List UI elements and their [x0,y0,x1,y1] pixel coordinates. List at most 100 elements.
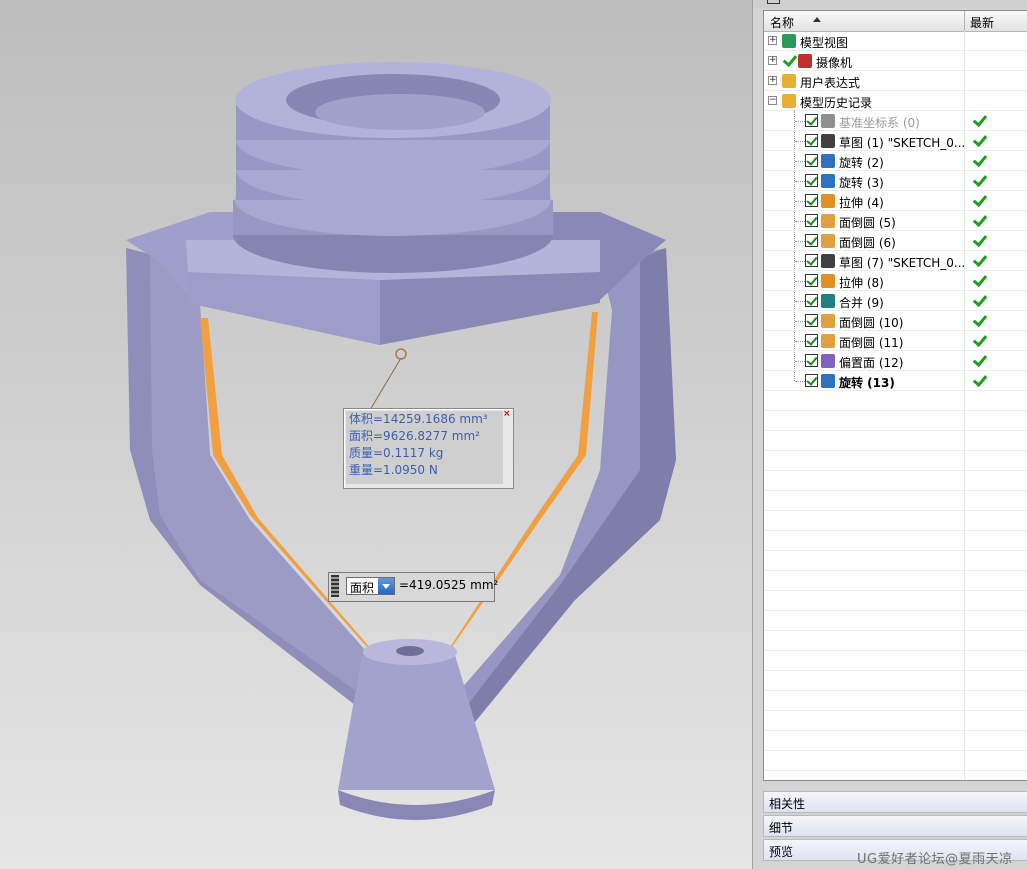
column-name-header[interactable]: 名称 [770,14,794,31]
extrude-icon [821,274,835,288]
history-feature-row[interactable]: 面倒圆 (5) [764,211,1027,231]
empty-row [764,571,1027,591]
feature-label: 面倒圆 (5) [839,216,896,230]
face-blend-icon [821,214,835,228]
history-feature-row[interactable]: 草图 (7) "SKETCH_0... [764,251,1027,271]
history-feature-row[interactable]: 旋转 (2) [764,151,1027,171]
measure-type-select[interactable]: 面积 [346,577,395,595]
empty-row [764,531,1027,551]
tree-guide-line [795,361,805,363]
close-icon[interactable]: × [503,410,511,419]
sort-ascending-icon[interactable] [813,17,821,22]
empty-row [764,491,1027,511]
tree-node-label: 模型视图 [800,36,849,50]
watermark-text: UG爱好者论坛@夏雨天凉 [857,852,1013,867]
expand-icon[interactable]: + [768,76,777,85]
chevron-down-icon[interactable] [378,578,394,594]
part-navigator-tree[interactable]: 名称 最新 + 模型视图 + 摄像机 + 用户表达式 − 模型历史记录 基准坐标系 (0) 草图 … [763,10,1027,781]
feature-label: 旋转 (3) [839,176,884,190]
feature-visibility-checkbox[interactable] [805,154,818,167]
feature-visibility-checkbox[interactable] [805,354,818,367]
empty-row [764,751,1027,771]
empty-row [764,651,1027,671]
history-feature-row[interactable]: 面倒圆 (10) [764,311,1027,331]
history-feature-row[interactable]: 偏置面 (12) [764,351,1027,371]
tree-header: 名称 最新 [764,11,1027,32]
empty-row [764,591,1027,611]
history-feature-row[interactable]: 草图 (1) "SKETCH_0... [764,131,1027,151]
feature-visibility-checkbox[interactable] [805,214,818,227]
face-blend-icon [821,234,835,248]
up-to-date-check-icon [972,253,986,267]
history-feature-row[interactable]: 面倒圆 (6) [764,231,1027,251]
history-feature-row[interactable]: 拉伸 (8) [764,271,1027,291]
tree-guide-line [795,181,805,183]
up-to-date-check-icon [972,373,986,387]
feature-visibility-checkbox[interactable] [805,274,818,287]
tree-node[interactable]: − 模型历史记录 [764,91,1027,111]
feature-visibility-checkbox[interactable] [805,174,818,187]
tree-guide-line [795,141,805,143]
feature-visibility-checkbox[interactable] [805,134,818,147]
area-value: 面积=9626.8277 mm² [349,429,480,443]
tree-node[interactable]: + 模型视图 [764,31,1027,51]
tree-node[interactable]: + 用户表达式 [764,71,1027,91]
feature-visibility-checkbox[interactable] [805,294,818,307]
expand-icon[interactable]: + [768,36,777,45]
tree-guide-line [795,241,805,243]
feature-visibility-checkbox[interactable] [805,194,818,207]
feature-label: 面倒圆 (10) [839,316,904,330]
tree-node-label: 用户表达式 [800,76,861,90]
feature-label: 拉伸 (8) [839,276,884,290]
up-to-date-check-icon [972,353,986,367]
tree-node[interactable]: + 摄像机 [764,51,1027,71]
tree-guide-line [795,221,805,223]
measure-type-value: 面积 [350,581,375,595]
history-feature-row[interactable]: 旋转 (13) [764,371,1027,391]
history-feature-row[interactable]: 基准坐标系 (0) [764,111,1027,131]
expand-icon[interactable]: + [768,56,777,65]
empty-row [764,711,1027,731]
up-to-date-check-icon [972,333,986,347]
history-feature-row[interactable]: 拉伸 (4) [764,191,1027,211]
revolve-icon [821,374,835,388]
up-to-date-check-icon [972,293,986,307]
graphics-window[interactable]: 体积=14259.1686 mm³ 面积=9626.8277 mm² 质量=0.… [0,0,752,869]
history-feature-row[interactable]: 合并 (9) [764,291,1027,311]
revolve-icon [821,174,835,188]
feature-visibility-checkbox[interactable] [805,314,818,327]
feature-visibility-checkbox[interactable] [805,234,818,247]
tree-guide-line [795,261,805,263]
feature-label: 面倒圆 (11) [839,336,904,350]
up-to-date-check-icon [972,213,986,227]
history-feature-row[interactable]: 面倒圆 (11) [764,331,1027,351]
feature-visibility-checkbox[interactable] [805,254,818,267]
feature-visibility-checkbox[interactable] [805,114,818,127]
section-dependencies[interactable]: 相关性 [763,791,1027,813]
empty-row [764,731,1027,751]
collapse-icon[interactable]: − [768,96,777,105]
empty-row [764,671,1027,691]
history-feature-row[interactable]: 旋转 (3) [764,171,1027,191]
feature-visibility-checkbox[interactable] [805,374,818,387]
section-details[interactable]: 细节 [763,815,1027,837]
empty-row [764,511,1027,531]
feature-label: 旋转 (13) [839,376,895,390]
empty-row [764,551,1027,571]
up-to-date-check-icon [972,193,986,207]
tree-guide-line [795,161,805,163]
panel-pin-icon[interactable] [767,0,780,4]
weight-value: 重量=1.0950 N [349,463,438,477]
header-separator [964,11,965,31]
drag-handle-icon[interactable] [331,575,339,597]
up-to-date-check-icon [972,153,986,167]
tree-guide-line [795,281,805,283]
column-latest-header[interactable]: 最新 [970,14,994,31]
feature-label: 面倒圆 (6) [839,236,896,250]
sketch-icon [821,134,835,148]
face-blend-icon [821,334,835,348]
model-view-icon [782,34,796,48]
section-dependencies-label: 相关性 [769,797,806,811]
empty-row [764,691,1027,711]
feature-visibility-checkbox[interactable] [805,334,818,347]
